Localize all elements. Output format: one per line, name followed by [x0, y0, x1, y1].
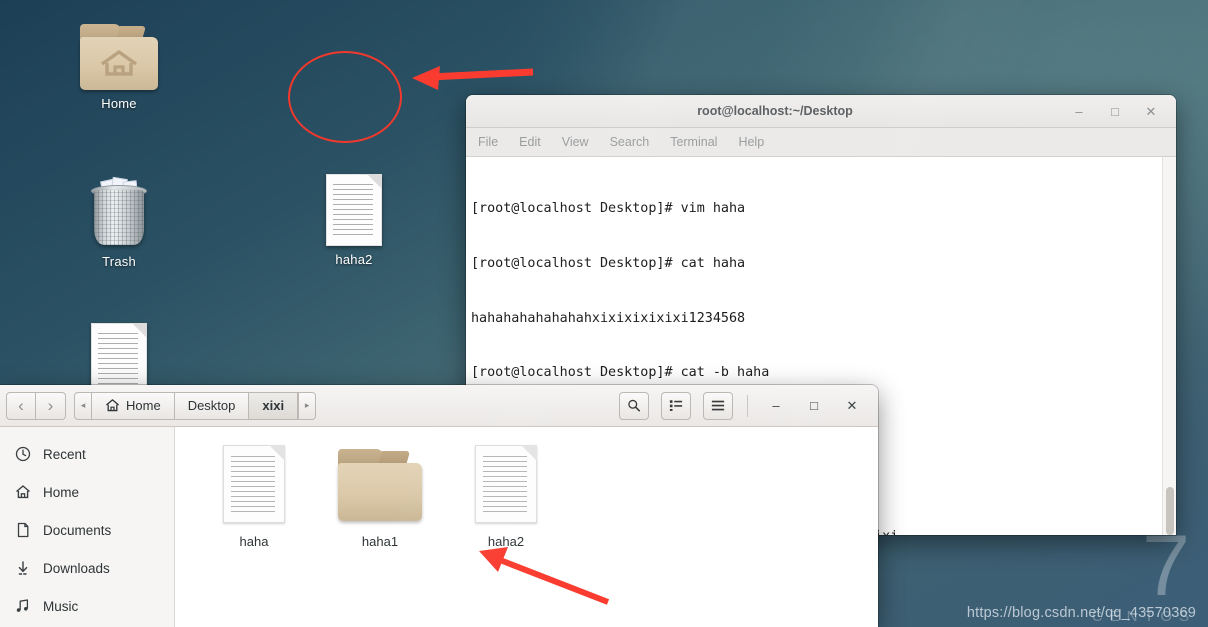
breadcrumb-label: xixi: [262, 398, 285, 413]
files-minimize-button[interactable]: –: [768, 398, 784, 413]
terminal-scrollbar[interactable]: [1162, 157, 1176, 535]
watermark-url: https://blog.csdn.net/qq_43570369: [966, 605, 1196, 621]
menu-terminal[interactable]: Terminal: [670, 135, 717, 149]
sidebar-item-label: Recent: [43, 446, 86, 462]
document-icon: [14, 522, 31, 539]
list-item[interactable]: haha: [191, 445, 317, 549]
home-glyph-icon: [101, 50, 137, 76]
terminal-line: [root@localhost Desktop]# vim haha: [471, 201, 746, 217]
list-view-button[interactable]: [703, 391, 733, 420]
desktop-icon-label: Home: [101, 96, 137, 111]
menu-view[interactable]: View: [562, 135, 589, 149]
terminal-minimize-button[interactable]: –: [1070, 102, 1088, 120]
desktop-icon-trash[interactable]: Trash: [64, 174, 174, 269]
desktop-icon-home[interactable]: Home: [64, 24, 174, 111]
menu-file[interactable]: File: [478, 135, 498, 149]
back-button[interactable]: ‹: [6, 391, 36, 420]
files-close-button[interactable]: ✕: [844, 398, 860, 414]
grid-view-button[interactable]: [661, 391, 691, 420]
document-icon: [223, 445, 285, 523]
breadcrumb-item-desktop[interactable]: Desktop: [174, 391, 250, 420]
terminal-maximize-button[interactable]: □: [1106, 102, 1124, 120]
breadcrumb-scroll-right[interactable]: ▸: [298, 391, 317, 420]
terminal-line: hahahahahahahahxixixixixixi1234568: [471, 310, 746, 326]
navigation-buttons: ‹ ›: [6, 391, 66, 420]
terminal-close-button[interactable]: ✕: [1142, 102, 1160, 120]
terminal-line: [root@localhost Desktop]# cat haha: [471, 256, 746, 271]
breadcrumb-item-xixi[interactable]: xixi: [249, 391, 299, 420]
toolbar-divider: [747, 394, 748, 417]
menu-help[interactable]: Help: [738, 135, 764, 149]
breadcrumb-label: Desktop: [187, 398, 236, 413]
sidebar-item-music[interactable]: Music: [0, 587, 174, 625]
sidebar-item-home[interactable]: Home: [0, 473, 174, 511]
forward-button[interactable]: ›: [36, 391, 66, 420]
file-manager-window[interactable]: ‹ › ◂ Home Desktop xixi ▸ – □ ✕ Recent H…: [0, 385, 878, 627]
grid-view-icon: [669, 400, 683, 411]
desktop: Home Trash haha2 7 CENTOS https://blog.c…: [0, 0, 1208, 627]
clock-icon: [14, 446, 31, 463]
menu-edit[interactable]: Edit: [519, 135, 541, 149]
breadcrumb-label: Home: [126, 398, 161, 413]
document-icon: [475, 445, 537, 523]
file-manager-content[interactable]: haha haha1 haha2: [175, 427, 878, 627]
desktop-icon-label: haha2: [335, 252, 373, 267]
file-name-label: haha2: [487, 534, 525, 549]
terminal-scrollbar-thumb[interactable]: [1166, 487, 1174, 535]
folder-icon: [80, 24, 158, 90]
sidebar-item-label: Home: [43, 484, 80, 500]
folder-icon: [338, 449, 422, 521]
music-icon: [14, 598, 31, 615]
desktop-icon-haha2[interactable]: haha2: [299, 174, 409, 267]
file-name-label: haha: [239, 534, 269, 549]
sidebar-item-downloads[interactable]: Downloads: [0, 549, 174, 587]
terminal-menubar: File Edit View Search Terminal Help: [466, 128, 1176, 157]
breadcrumb-scroll-left[interactable]: ◂: [74, 391, 92, 420]
sidebar-item-documents[interactable]: Documents: [0, 511, 174, 549]
terminal-titlebar[interactable]: root@localhost:~/Desktop – □ ✕: [466, 95, 1176, 128]
list-view-icon: [711, 400, 725, 411]
file-manager-toolbar: ‹ › ◂ Home Desktop xixi ▸ – □ ✕: [0, 385, 878, 427]
list-item[interactable]: haha1: [317, 445, 443, 549]
sidebar-item-label: Music: [43, 598, 79, 614]
document-icon: [326, 174, 382, 246]
home-icon: [105, 399, 120, 412]
menu-search[interactable]: Search: [610, 135, 650, 149]
search-button[interactable]: [619, 391, 649, 420]
files-maximize-button[interactable]: □: [806, 398, 822, 413]
sidebar-item-label: Documents: [43, 522, 112, 538]
file-name-label: haha1: [361, 534, 399, 549]
list-item[interactable]: haha2: [443, 445, 569, 549]
terminal-title: root@localhost:~/Desktop: [697, 104, 853, 118]
trash-icon: [85, 174, 153, 248]
desktop-icon-label: Trash: [102, 254, 136, 269]
home-icon: [14, 484, 31, 501]
centos-logo: 7: [1142, 518, 1190, 614]
terminal-line: [root@localhost Desktop]# cat -b haha: [471, 365, 770, 381]
file-manager-sidebar: Recent Home Documents Downloads Music: [0, 427, 175, 627]
download-icon: [14, 560, 31, 577]
search-icon: [628, 399, 641, 412]
sidebar-item-label: Downloads: [43, 560, 110, 576]
breadcrumb: ◂ Home Desktop xixi ▸: [74, 391, 317, 420]
breadcrumb-item-home[interactable]: Home: [92, 391, 175, 420]
sidebar-item-recent[interactable]: Recent: [0, 435, 174, 473]
annotation-circle: [288, 51, 402, 143]
